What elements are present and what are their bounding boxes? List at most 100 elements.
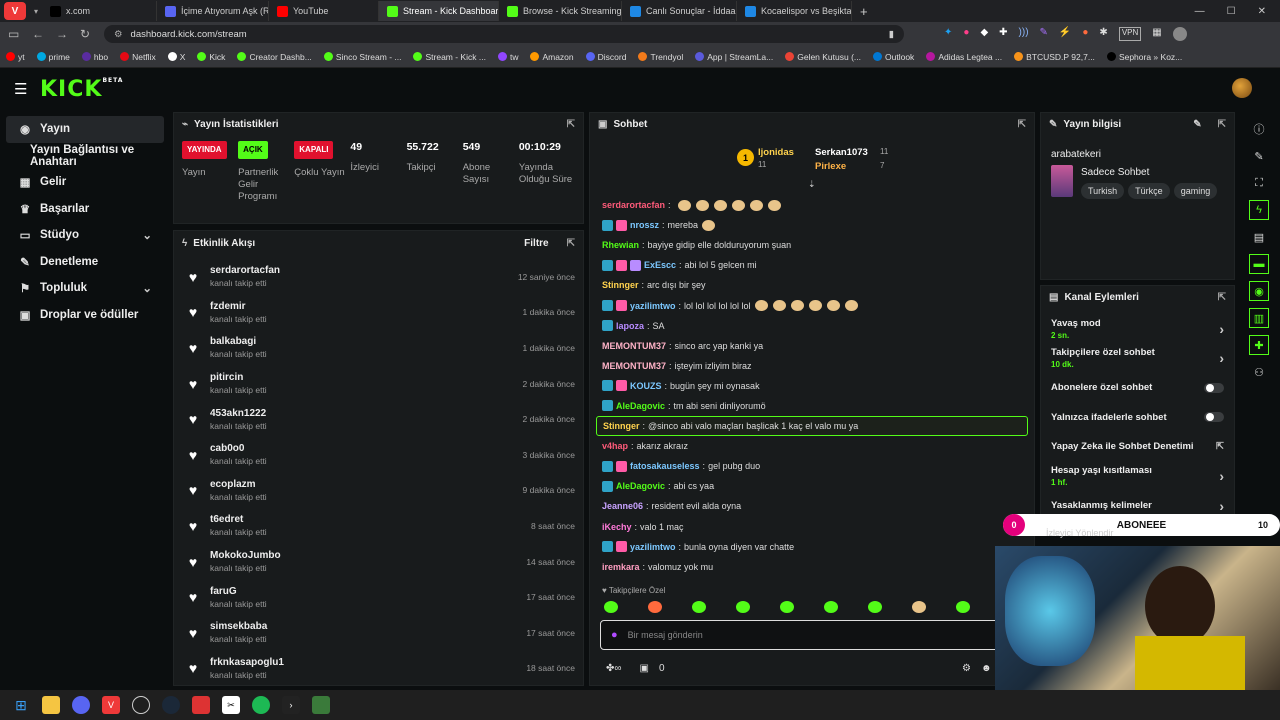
chat-username[interactable]: fatosakauseless [630, 461, 700, 471]
close-window-icon[interactable]: ✕ [1258, 6, 1266, 17]
document-icon[interactable]: ▤ [1249, 227, 1269, 247]
emote-icon[interactable] [692, 601, 706, 613]
chat-username[interactable]: AleDagovic [616, 481, 665, 491]
chat-icon[interactable]: ▬ [1249, 254, 1269, 274]
extension-icon[interactable]: ◆ [980, 27, 988, 41]
bookmark-item[interactable]: yt [6, 52, 25, 62]
chevron-down-icon[interactable]: ▾ [30, 7, 42, 16]
chat-username[interactable]: lapoza [616, 321, 644, 331]
info-icon[interactable]: ⓘ [1249, 119, 1269, 139]
extension-icon[interactable]: ● [963, 27, 969, 41]
activity-user[interactable]: simsekbaba [210, 621, 267, 632]
bookmark-item[interactable]: Discord [585, 52, 626, 62]
broadcast-icon[interactable]: ◉ [1249, 281, 1269, 301]
chat-username[interactable]: v4hap [602, 441, 628, 451]
activity-user[interactable]: ecoplazm [210, 479, 267, 490]
users-icon[interactable]: ⚇ [1249, 362, 1269, 382]
edit-icon[interactable]: ✎ [1193, 119, 1201, 130]
chat-username[interactable]: yazilimtwo [630, 301, 676, 311]
browser-tab[interactable]: Browse - Kick Streaming [499, 1, 622, 21]
popout-icon[interactable]: ⇱ [1018, 119, 1026, 130]
kick-logo[interactable]: KICKBETA [40, 77, 123, 102]
activity-user[interactable]: 453akn1222 [210, 408, 267, 419]
sidebar-item[interactable]: ▭ Stüdyo ⌄ [6, 222, 164, 249]
popout-icon[interactable]: ⇱ [1218, 119, 1226, 130]
popout-icon[interactable]: ⇱ [567, 238, 575, 249]
sidebar-toggle-icon[interactable]: ▭ [8, 27, 22, 41]
channel-action-item[interactable]: Yapay Zeka ile Sohbet Denetimi ⇱ [1041, 432, 1234, 462]
edit-icon[interactable]: ✎ [1249, 146, 1269, 166]
bookmark-item[interactable]: hbo [81, 52, 108, 62]
activity-user[interactable]: balkabagi [210, 336, 267, 347]
minimize-icon[interactable]: — [1195, 6, 1205, 17]
chevron-right-icon[interactable]: › [1219, 498, 1224, 514]
spotify-icon[interactable] [252, 696, 270, 714]
channel-action-item[interactable]: Yasaklanmış kelimeler › [1041, 491, 1234, 514]
forward-icon[interactable]: → [56, 27, 70, 41]
discord-icon[interactable] [72, 696, 90, 714]
emote-icon[interactable] [824, 601, 838, 613]
emote-icon[interactable] [912, 601, 926, 613]
browser-tab[interactable]: Kocaelispor vs Beşiktaş, İddi [737, 1, 852, 21]
mic-icon[interactable]: ● [611, 629, 618, 641]
bookmark-item[interactable]: App | StreamLa... [695, 52, 773, 62]
url-field[interactable]: ⚙ dashboard.kick.com/stream ▮ [104, 25, 904, 43]
chat-username[interactable]: Stinnger [603, 421, 640, 431]
toggle-switch[interactable] [1204, 382, 1224, 393]
pin-icon[interactable]: ⇣ [808, 179, 816, 190]
bookmark-item[interactable]: Kick [197, 52, 225, 62]
activity-user[interactable]: fzdemir [210, 301, 267, 312]
chat-input[interactable]: ● Bir mesaj gönderin [600, 620, 1020, 650]
bookmark-item[interactable]: BTCUSD.P 92,7... [1014, 52, 1095, 62]
chevron-down-icon[interactable]: ⌄ [142, 228, 152, 242]
activity-user[interactable]: pitircin [210, 372, 267, 383]
toggle-switch[interactable] [1204, 412, 1224, 423]
vivaldi-menu-icon[interactable]: V [4, 2, 26, 20]
browser-tab[interactable]: İçime Atıyorum Aşk (Remix) [157, 1, 269, 21]
profile-avatar[interactable] [1172, 27, 1187, 41]
bookmark-item[interactable]: Creator Dashb... [237, 52, 312, 62]
bookmark-item[interactable]: Adidas Legtea ... [926, 52, 1002, 62]
chat-username[interactable]: iKechy [602, 522, 632, 532]
bookmark-item[interactable]: Sinco Stream - ... [323, 52, 401, 62]
extension-icon[interactable]: ✚ [999, 27, 1007, 41]
steam-icon[interactable] [162, 696, 180, 714]
emote-icon[interactable] [604, 601, 618, 613]
bookmark-icon[interactable]: ▮ [889, 29, 894, 40]
chat-username[interactable]: iremkara [602, 562, 640, 572]
channel-action-item[interactable]: Hesap yaşı kısıtlaması 1 hf. › [1041, 462, 1234, 492]
app2-icon[interactable] [312, 696, 330, 714]
capcut-icon[interactable]: ✂ [222, 696, 240, 714]
bookmark-item[interactable]: Sephora » Koz... [1106, 52, 1182, 62]
sidebar-item[interactable]: ♛ Başarılar [6, 196, 164, 223]
bookmark-item[interactable]: prime [36, 52, 70, 62]
chat-username[interactable]: Stinnger [602, 280, 639, 290]
sidebar-item[interactable]: ⚑ Topluluk ⌄ [6, 275, 164, 302]
extension-icon[interactable]: ● [1082, 27, 1088, 41]
bookmark-item[interactable]: Netflix [120, 52, 156, 62]
app-icon[interactable] [192, 696, 210, 714]
emote-icon[interactable] [736, 601, 750, 613]
terminal-icon[interactable]: › [282, 696, 300, 714]
browser-tab[interactable]: YouTube [269, 1, 379, 21]
chevron-down-icon[interactable]: ⌄ [142, 281, 152, 295]
vpn-icon[interactable]: VPN [1118, 27, 1142, 41]
chevron-right-icon[interactable]: › [1219, 321, 1224, 337]
layout-icon[interactable]: ▥ [1249, 308, 1269, 328]
leaderboard-name[interactable]: Pirlexe [815, 161, 846, 172]
sidebar-item[interactable]: ▣ Droplar ve ödüller [6, 302, 164, 329]
activity-user[interactable]: frknkasapoglu1 [210, 657, 284, 668]
channel-action-item[interactable]: Abonelere özel sohbet [1041, 373, 1234, 403]
new-tab-icon[interactable]: + [860, 4, 868, 19]
sidebar-item[interactable]: ◉ Yayın [6, 116, 164, 143]
chat-username[interactable]: nrossz [630, 220, 659, 230]
extension-icon[interactable]: ✦ [944, 27, 952, 41]
extensions-icon[interactable]: ▦ [1152, 27, 1161, 41]
leaderboard-name[interactable]: ljonidas [758, 147, 794, 158]
activity-user[interactable]: MokokoJumbo [210, 550, 281, 561]
leaderboard-name[interactable]: Serkan1073 [815, 147, 868, 158]
activity-user[interactable]: cab0o0 [210, 443, 267, 454]
filter-button[interactable]: Filtre [524, 238, 548, 249]
bookmark-item[interactable]: Trendyol [638, 52, 683, 62]
bookmark-item[interactable]: tw [497, 52, 518, 62]
